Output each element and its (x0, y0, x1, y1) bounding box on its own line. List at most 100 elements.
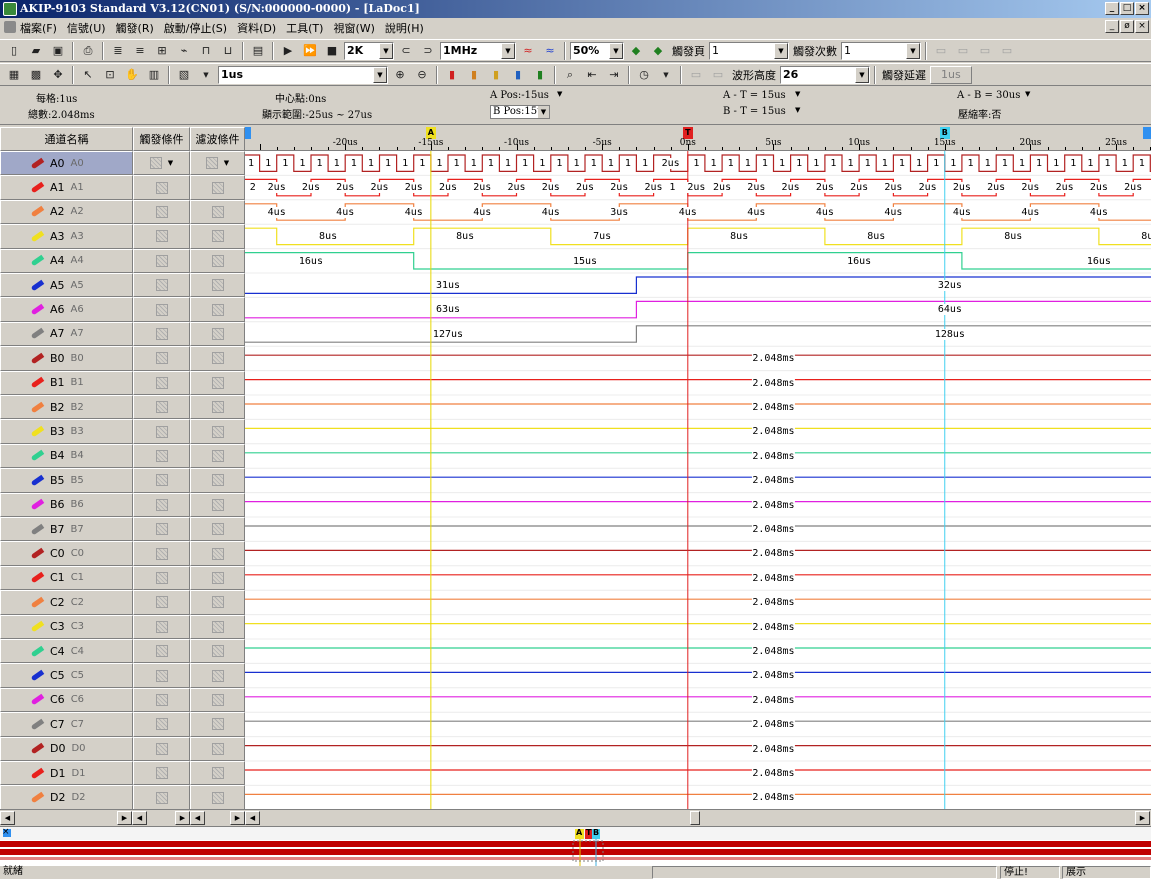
chevron-down-icon[interactable]: ▼ (1025, 90, 1030, 98)
trigger-condition-cell[interactable] (133, 687, 190, 713)
trigger-condition-cell[interactable] (133, 199, 190, 225)
channel-name-cell[interactable]: C7 C7 (0, 712, 133, 737)
channel-row[interactable]: B3 B3 (0, 419, 245, 444)
channel-row[interactable]: A2 A2 (0, 199, 245, 225)
filter-condition-cell[interactable] (190, 492, 245, 517)
filter-condition-cell[interactable] (190, 321, 245, 347)
channel-name-cell[interactable]: D0 D0 (0, 736, 133, 761)
chevron-down-icon[interactable]: ▼ (557, 90, 562, 98)
channel-row[interactable]: A0 A0 ▼ ▼ (0, 151, 245, 176)
bar-red-icon[interactable]: ▮ (442, 65, 462, 84)
chevron-down-icon[interactable]: ▼ (795, 90, 800, 98)
trigger-count-select[interactable]: 1 ▼ (841, 41, 921, 60)
scroll-right-arrow[interactable]: ▶ (230, 811, 245, 825)
rate-down-icon[interactable]: ⊂ (396, 41, 416, 60)
channel-color-icon[interactable] (30, 523, 45, 535)
trigger-condition-cell[interactable] (133, 224, 190, 249)
channel-color-icon[interactable] (30, 669, 45, 682)
filter-condition-cell[interactable] (190, 224, 245, 249)
window-icon[interactable]: ▤ (248, 41, 268, 60)
run-icon[interactable]: ▶ (278, 41, 298, 60)
channel-name-cell[interactable]: A5 A5 (0, 273, 133, 298)
filter-condition-cell[interactable] (190, 175, 245, 200)
wave-height-select[interactable]: 26 ▼ (780, 65, 870, 84)
channel-row[interactable]: A1 A1 (0, 175, 245, 200)
filter-condition-cell[interactable] (190, 297, 245, 322)
channel-row[interactable]: C3 C3 (0, 614, 245, 639)
trigger-condition-cell[interactable]: ▼ (133, 151, 190, 176)
wave-blue-icon[interactable]: ≈ (540, 41, 560, 60)
view-icon[interactable]: ▦ (4, 65, 24, 84)
scroll-right-arrow[interactable]: ▶ (175, 811, 190, 825)
next-page-icon[interactable]: ◆ (648, 41, 668, 60)
channel-name-cell[interactable]: B4 B4 (0, 443, 133, 469)
zoom-select-icon[interactable]: ⊡ (100, 65, 120, 84)
trigger-page-select[interactable]: 1 ▼ (709, 41, 789, 60)
trigger-condition-cell[interactable] (133, 785, 190, 809)
goto-start-icon[interactable]: ⇤ (582, 65, 602, 84)
bar-ab-icon[interactable]: ▮ (464, 65, 484, 84)
channel-name-cell[interactable]: C4 C4 (0, 639, 133, 664)
trigger-condition-cell[interactable] (133, 712, 190, 737)
channel-name-cell[interactable]: B2 B2 (0, 395, 133, 420)
trigger-condition-cell[interactable] (133, 736, 190, 761)
channel-name-cell[interactable]: A1 A1 (0, 175, 133, 200)
channel-row[interactable]: C6 C6 (0, 687, 245, 713)
channel-row[interactable]: B2 B2 (0, 395, 245, 420)
channel-color-icon[interactable] (30, 401, 45, 413)
channel-color-icon[interactable] (30, 743, 45, 755)
menu-run-stop[interactable]: 啟動/停止(S) (164, 20, 227, 36)
channel-color-icon[interactable] (30, 328, 45, 340)
prev-page-icon[interactable]: ◆ (626, 41, 646, 60)
hand-icon[interactable]: ✋ (122, 65, 142, 84)
zoom-in-icon[interactable]: ⊕ (390, 65, 410, 84)
search-icon[interactable]: ⌕ (560, 65, 580, 84)
filter-condition-cell[interactable] (190, 590, 245, 615)
grid-icon[interactable]: ▩ (26, 65, 46, 84)
channel-name-cell[interactable]: B3 B3 (0, 419, 133, 444)
channel-name-cell[interactable]: A6 A6 (0, 297, 133, 322)
overview-close-icon[interactable]: × (2, 827, 10, 837)
channel-name-cell[interactable]: A0 A0 (0, 151, 133, 176)
stop-icon[interactable]: ■ (322, 41, 342, 60)
channel-color-icon[interactable] (30, 499, 45, 511)
bar-all-icon[interactable]: ▮ (530, 65, 550, 84)
channel-name-cell[interactable]: B6 B6 (0, 492, 133, 517)
trigger-condition-cell[interactable] (133, 395, 190, 420)
trigger-condition-cell[interactable] (133, 565, 190, 591)
channel-color-icon[interactable] (30, 181, 45, 194)
channel-color-icon[interactable] (30, 572, 45, 584)
channel-row[interactable]: B0 B0 (0, 346, 245, 371)
calendar-icon[interactable]: ▥ (144, 65, 164, 84)
chevron-down-icon[interactable]: ▼ (795, 106, 800, 114)
filter-condition-cell[interactable] (190, 761, 245, 786)
filter-condition-cell[interactable] (190, 468, 245, 493)
display-icon[interactable]: ▧ (174, 65, 194, 84)
channel-row[interactable]: A6 A6 (0, 297, 245, 322)
trigger-condition-header[interactable]: 觸發條件 (133, 127, 190, 151)
close-button[interactable]: × (1135, 2, 1149, 15)
trigger-condition-cell[interactable] (133, 248, 190, 273)
scroll-right-arrow[interactable]: ▶ (1135, 811, 1150, 825)
menu-help[interactable]: 說明(H) (385, 20, 424, 36)
channel-row[interactable]: B1 B1 (0, 370, 245, 395)
run-repeat-icon[interactable]: ⏩ (300, 41, 320, 60)
channel-name-cell[interactable]: A4 A4 (0, 248, 133, 273)
channel-row[interactable]: A3 A3 (0, 224, 245, 249)
channel-color-icon[interactable] (30, 645, 45, 657)
filter-condition-cell[interactable] (190, 395, 245, 420)
channel-name-cell[interactable]: D2 D2 (0, 785, 133, 809)
minimize-button[interactable]: _ (1105, 2, 1119, 15)
clock-edge-icon[interactable]: ⊓ (196, 41, 216, 60)
channel-name-cell[interactable]: A7 A7 (0, 321, 133, 347)
b-position-select[interactable]: B Pos:15us ▼ (490, 105, 550, 119)
filter-condition-cell[interactable] (190, 199, 245, 225)
edge-icon[interactable]: ⊔ (218, 41, 238, 60)
trigger-condition-cell[interactable] (133, 175, 190, 200)
scroll-left-arrow[interactable]: ◀ (132, 811, 147, 825)
bar-b-icon[interactable]: ▮ (486, 65, 506, 84)
trigger-condition-cell[interactable] (133, 541, 190, 566)
menu-window[interactable]: 視窗(W) (333, 20, 374, 36)
trigger-condition-cell[interactable] (133, 761, 190, 786)
rate-icon[interactable]: ⊃ (418, 41, 438, 60)
